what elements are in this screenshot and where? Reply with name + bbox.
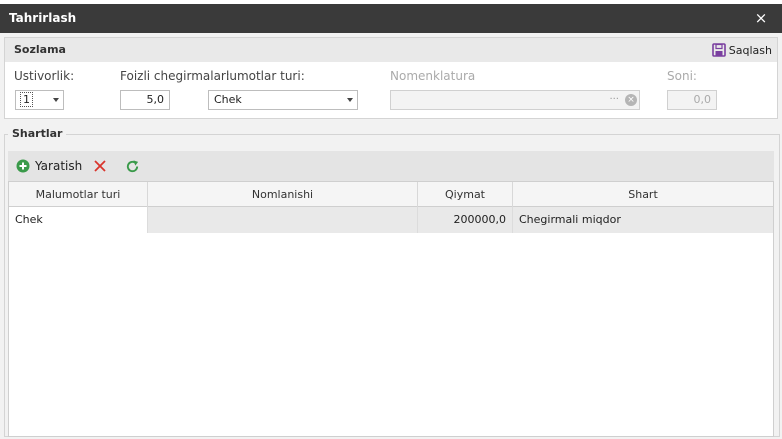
window-body: Sozlama Saqlash Ustivorlik: 1 Foizli che… bbox=[0, 33, 782, 439]
conditions-table: Malumotlar turi Nomlanishi Qiymat Shart … bbox=[8, 181, 774, 437]
refresh-button[interactable] bbox=[125, 156, 140, 176]
nomenclature-field[interactable]: ··· × bbox=[390, 90, 640, 110]
cell-condition[interactable]: Chegirmali miqdor bbox=[513, 207, 773, 233]
priority-select[interactable]: 1 bbox=[15, 90, 64, 110]
priority-label: Ustivorlik: bbox=[14, 69, 75, 83]
settings-group-header: Sozlama Saqlash bbox=[5, 38, 777, 62]
info-type-value: Chek bbox=[214, 93, 242, 106]
quantity-field[interactable]: 0,0 bbox=[667, 90, 717, 110]
quantity-label: Soni: bbox=[667, 69, 697, 83]
column-header-value[interactable]: Qiymat bbox=[418, 182, 513, 207]
save-button[interactable]: Saqlash bbox=[711, 42, 772, 58]
floppy-disk-icon bbox=[711, 43, 726, 57]
create-button[interactable]: Yaratish bbox=[16, 156, 82, 176]
save-button-label: Saqlash bbox=[728, 43, 772, 57]
chevron-down-icon bbox=[347, 98, 353, 102]
column-header-type[interactable]: Malumotlar turi bbox=[9, 182, 148, 207]
settings-group-title: Sozlama bbox=[14, 43, 66, 56]
close-button[interactable]: × bbox=[752, 8, 770, 28]
title-bar: Tahrirlash × bbox=[0, 0, 782, 35]
priority-value: 1 bbox=[20, 92, 33, 107]
conditions-toolbar: Yaratish bbox=[8, 151, 774, 181]
conditions-group-title: Shartlar bbox=[8, 127, 67, 140]
info-type-select[interactable]: Chek bbox=[208, 90, 358, 110]
info-type-label: lumotlar turi: bbox=[226, 69, 305, 83]
cell-name[interactable] bbox=[148, 207, 418, 233]
column-header-name[interactable]: Nomlanishi bbox=[148, 182, 418, 207]
table-header: Malumotlar turi Nomlanishi Qiymat Shart bbox=[9, 182, 773, 207]
discount-label: Foizli chegirmalar: bbox=[120, 69, 230, 83]
discount-field[interactable]: 5,0 bbox=[120, 90, 170, 110]
add-circle-icon bbox=[16, 159, 30, 173]
delete-x-icon bbox=[94, 160, 106, 172]
settings-group: Sozlama Saqlash Ustivorlik: 1 Foizli che… bbox=[4, 37, 778, 119]
refresh-icon bbox=[126, 159, 139, 172]
create-button-label: Yaratish bbox=[35, 159, 83, 173]
nomenclature-label: Nomenklatura bbox=[390, 69, 476, 83]
cell-type[interactable]: Chek bbox=[9, 207, 148, 233]
chevron-down-icon bbox=[53, 98, 59, 102]
delete-button[interactable] bbox=[93, 156, 107, 176]
cell-value[interactable]: 200000,0 bbox=[418, 207, 513, 233]
title-bar-strip: Tahrirlash × bbox=[0, 4, 782, 33]
ellipsis-button[interactable]: ··· bbox=[609, 91, 619, 109]
table-row[interactable]: Chek 200000,0 Chegirmali miqdor bbox=[9, 207, 773, 233]
column-header-condition[interactable]: Shart bbox=[513, 182, 773, 207]
clear-icon[interactable]: × bbox=[625, 94, 637, 106]
window-title: Tahrirlash bbox=[9, 11, 77, 25]
